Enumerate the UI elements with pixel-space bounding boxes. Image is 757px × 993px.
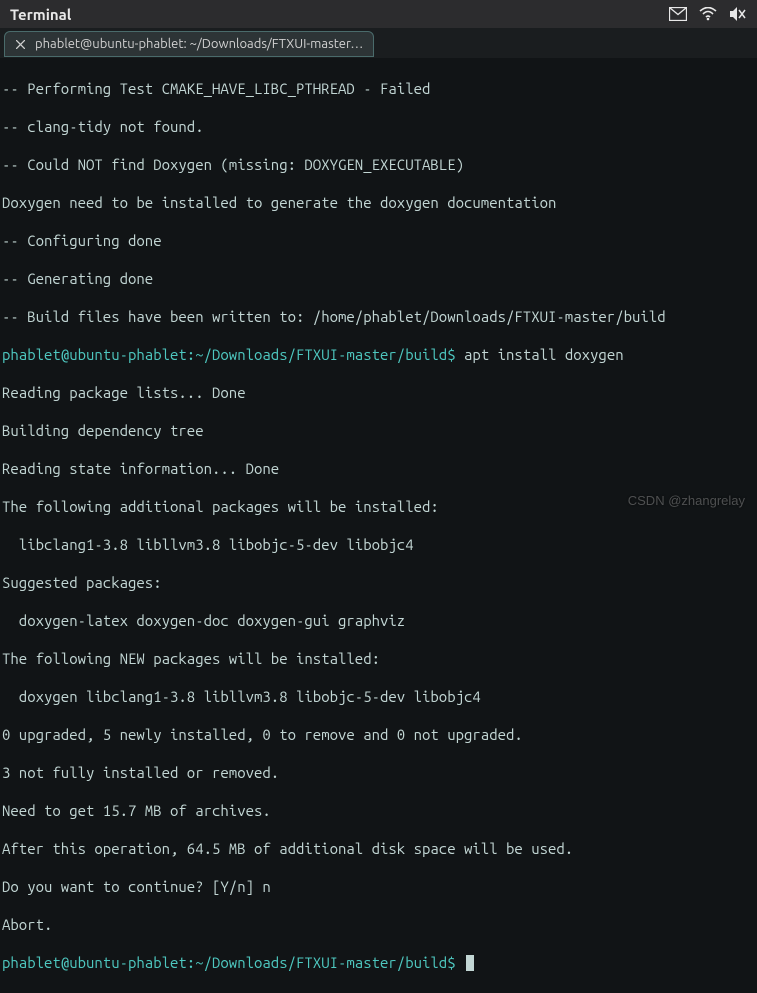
output-line: Reading package lists... Done [2,383,755,402]
output-line: -- Build files have been written to: /ho… [2,307,755,326]
output-line: doxygen-latex doxygen-doc doxygen-gui gr… [2,611,755,630]
prompt-line: phablet@ubuntu-phablet:~/Downloads/FTXUI… [2,345,755,364]
cursor [466,955,474,971]
output-line: Suggested packages: [2,573,755,592]
output-line: Doxygen need to be installed to generate… [2,193,755,212]
terminal-output[interactable]: -- Performing Test CMAKE_HAVE_LIBC_PTHRE… [0,58,757,993]
output-line: Building dependency tree [2,421,755,440]
output-line: -- Generating done [2,269,755,288]
volume-muted-icon[interactable] [729,6,747,22]
terminal-tab[interactable]: phablet@ubuntu-phablet: ~/Downloads/FTXU… [4,31,374,57]
app-header: Terminal [0,0,757,28]
output-line: The following NEW packages will be insta… [2,649,755,668]
output-line: -- clang-tidy not found. [2,117,755,136]
command-text: apt install doxygen [464,346,624,363]
app-title: Terminal [10,6,71,23]
output-line: Do you want to continue? [Y/n] n [2,877,755,896]
output-line: After this operation, 64.5 MB of additio… [2,839,755,858]
shell-prompt: phablet@ubuntu-phablet:~/Downloads/FTXUI… [2,346,456,363]
output-line: 0 upgraded, 5 newly installed, 0 to remo… [2,725,755,744]
output-line: -- Could NOT find Doxygen (missing: DOXY… [2,155,755,174]
shell-prompt: phablet@ubuntu-phablet:~/Downloads/FTXUI… [2,954,456,971]
prompt-line: phablet@ubuntu-phablet:~/Downloads/FTXUI… [2,953,755,972]
tab-bar: phablet@ubuntu-phablet: ~/Downloads/FTXU… [0,28,757,58]
output-line: doxygen libclang1-3.8 libllvm3.8 libobjc… [2,687,755,706]
output-line: The following additional packages will b… [2,497,755,516]
close-icon[interactable] [15,39,25,49]
wifi-icon[interactable] [699,7,717,21]
output-line: libclang1-3.8 libllvm3.8 libobjc-5-dev l… [2,535,755,554]
status-icons [669,6,747,22]
mail-icon[interactable] [669,7,687,21]
output-line: Need to get 15.7 MB of archives. [2,801,755,820]
tab-title: phablet@ubuntu-phablet: ~/Downloads/FTXU… [35,37,363,51]
output-line: 3 not fully installed or removed. [2,763,755,782]
output-line: Reading state information... Done [2,459,755,478]
output-line: -- Configuring done [2,231,755,250]
output-line: Abort. [2,915,755,934]
output-line: -- Performing Test CMAKE_HAVE_LIBC_PTHRE… [2,79,755,98]
